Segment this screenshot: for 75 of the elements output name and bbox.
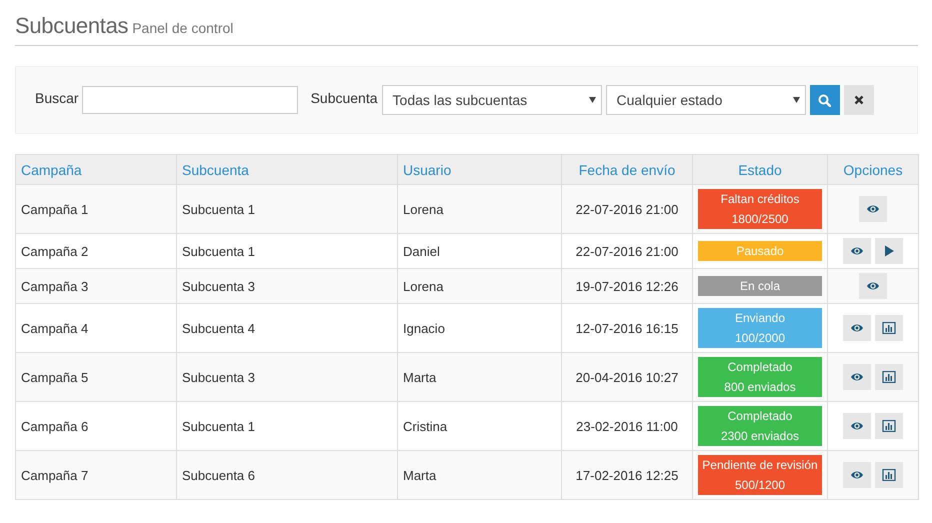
play-icon (882, 245, 896, 257)
table-cell: Campaña 5 (21, 370, 88, 384)
status-badge: En cola (698, 276, 822, 296)
table-cell: Subcuenta 1 (182, 202, 256, 216)
table-cell: Campaña 2 (21, 244, 88, 258)
table-cell: Subcuenta 6 (182, 468, 256, 482)
close-icon (854, 95, 864, 105)
table-cell: Marta (403, 468, 436, 482)
table-cell: Subcuenta 1 (182, 418, 256, 434)
status-badge: Enviando 100/2000 (698, 308, 822, 348)
table-cell: Campaña 3 (21, 278, 88, 294)
table-cell: 20-04-2016 10:27 (576, 370, 678, 384)
status-badge: Pendiente de revisión 500/1200 (698, 455, 822, 495)
table-cell: Subcuenta 3 (182, 370, 256, 384)
column-header[interactable]: Usuario (403, 162, 452, 178)
table-cell: 23-02-2016 11:00 (576, 418, 678, 434)
subaccount-label: Subcuenta (310, 90, 378, 106)
table-cell: 19-07-2016 12:26 (576, 278, 678, 294)
play-button[interactable] (875, 238, 903, 264)
eye-icon (850, 371, 864, 383)
status-badge: Faltan créditos 1800/2500 (698, 189, 822, 229)
eye-icon (850, 322, 864, 334)
status-badge: Completado 800 enviados (698, 357, 822, 397)
eye-icon (850, 469, 864, 481)
status-badge: Pausado (698, 241, 822, 261)
view-button[interactable] (859, 273, 887, 299)
eye-icon (850, 420, 864, 432)
bar-chart-icon (882, 469, 896, 481)
caret-icon (792, 97, 800, 103)
eye-icon (850, 245, 864, 257)
bar-chart-icon (882, 371, 896, 383)
view-button[interactable] (843, 462, 871, 488)
table-cell: Ignacio (403, 320, 445, 336)
stats-button[interactable] (875, 315, 903, 341)
status-select[interactable]: Cualquier estado (606, 85, 806, 115)
search-field[interactable] (82, 86, 298, 114)
view-button[interactable] (859, 196, 887, 222)
page-subtitle: Panel de control (132, 20, 234, 36)
eye-icon (866, 280, 880, 292)
search-button[interactable] (810, 85, 840, 115)
table-cell: Daniel (403, 244, 440, 258)
table-cell: 22-07-2016 21:00 (576, 244, 678, 258)
bar-chart-icon (882, 420, 896, 432)
table-cell: Subcuenta 1 (182, 244, 256, 258)
status-badge: Completado 2300 enviados (698, 406, 822, 446)
stats-button[interactable] (875, 364, 903, 390)
page-title: Subcuentas (15, 13, 128, 38)
table-cell: Campaña 6 (21, 418, 88, 434)
column-header[interactable]: Subcuenta (182, 162, 249, 178)
eye-icon (866, 203, 880, 215)
search-label: Buscar (35, 90, 79, 106)
table-cell: Subcuenta 4 (182, 320, 256, 336)
table-cell: Cristina (403, 418, 448, 434)
view-button[interactable] (843, 413, 871, 439)
stats-button[interactable] (875, 413, 903, 439)
caret-icon (588, 97, 596, 103)
subaccount-select[interactable]: Todas las subcuentas (382, 85, 602, 115)
table-cell: Marta (403, 370, 436, 384)
table-cell: Lorena (403, 278, 444, 294)
table-cell: 22-07-2016 21:00 (576, 202, 678, 216)
table-cell: 12-07-2016 16:15 (576, 320, 678, 336)
clear-button[interactable] (844, 85, 874, 115)
search-icon (818, 94, 832, 106)
bar-chart-icon (882, 322, 896, 334)
table-cell: Subcuenta 3 (182, 278, 256, 294)
table-cell: Campaña 1 (21, 202, 88, 216)
view-button[interactable] (843, 315, 871, 341)
table-cell: 17-02-2016 12:25 (576, 468, 678, 482)
column-header[interactable]: Estado (738, 162, 782, 178)
table-cell: Campaña 4 (21, 320, 88, 336)
view-button[interactable] (843, 238, 871, 264)
view-button[interactable] (843, 364, 871, 390)
stats-button[interactable] (875, 462, 903, 488)
table-cell: Campaña 7 (21, 468, 88, 482)
table-cell: Lorena (403, 202, 444, 216)
